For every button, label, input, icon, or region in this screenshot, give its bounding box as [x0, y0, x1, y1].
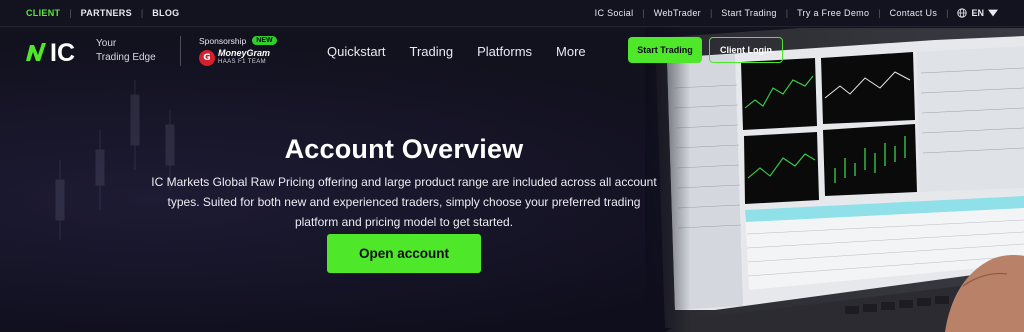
menu-quickstart[interactable]: Quickstart [327, 44, 386, 59]
client-login-button[interactable]: Client Login [709, 37, 783, 63]
separator: | [878, 8, 881, 18]
language-code: EN [971, 8, 984, 18]
ic-logo-mark: IC [26, 39, 75, 65]
audience-switcher: CLIENT | PARTNERS | BLOG [26, 8, 179, 18]
top-utility-bar: CLIENT | PARTNERS | BLOG IC Social | Web… [0, 0, 1024, 27]
webtrader-link[interactable]: WebTrader [654, 8, 701, 18]
utility-links: IC Social | WebTrader | Start Trading | … [595, 8, 998, 18]
moneygram-icon: G [199, 49, 215, 66]
ic-social-link[interactable]: IC Social [595, 8, 634, 18]
new-badge: NEW [252, 36, 277, 45]
separator: | [69, 8, 72, 18]
tagline: Your Trading Edge [96, 37, 166, 65]
blog-link[interactable]: BLOG [152, 8, 179, 18]
separator: | [785, 8, 789, 18]
tagline-line2: Trading Edge [96, 52, 156, 63]
page-title: Account Overview [284, 134, 524, 164]
sponsor-team: HAAS F1 TEAM [218, 58, 267, 65]
separator: | [709, 8, 713, 18]
contact-us-link[interactable]: Contact Us [890, 8, 938, 18]
start-trading-button[interactable]: Start Trading [628, 37, 702, 63]
menu-platforms[interactable]: Platforms [477, 44, 532, 59]
ic-markets-logo[interactable]: IC Your Trading Edge [24, 37, 166, 65]
logo-text: IC [50, 39, 75, 65]
separator: | [946, 8, 949, 18]
sponsorship-label: Sponsorship [199, 35, 247, 46]
sponsor-name: MoneyGram [218, 47, 271, 58]
open-account-button[interactable]: Open account [327, 234, 481, 273]
menu-trading[interactable]: Trading [410, 44, 454, 59]
sponsorship-block[interactable]: Sponsorship NEW G MoneyGram HAAS F1 TEAM [199, 36, 285, 67]
free-demo-link[interactable]: Try a Free Demo [797, 8, 869, 18]
globe-icon [957, 8, 968, 18]
separator: | [140, 8, 144, 18]
caret-down-icon [988, 9, 998, 17]
logo-divider [180, 36, 181, 66]
hero-description: IC Markets Global Raw Pricing offering a… [151, 175, 657, 229]
tagline-line1: Your [96, 38, 117, 49]
laptop-trading-platform-image [645, 28, 1024, 332]
primary-menu: Quickstart Trading Platforms More [327, 44, 586, 59]
language-selector[interactable]: EN [957, 8, 998, 18]
moneygram-haas-logo: G MoneyGram HAAS F1 TEAM [199, 47, 271, 67]
menu-more[interactable]: More [556, 44, 586, 59]
start-trading-link[interactable]: Start Trading [721, 8, 776, 18]
separator: | [642, 8, 645, 18]
partners-link[interactable]: PARTNERS [81, 8, 132, 18]
client-link[interactable]: CLIENT [26, 8, 60, 18]
